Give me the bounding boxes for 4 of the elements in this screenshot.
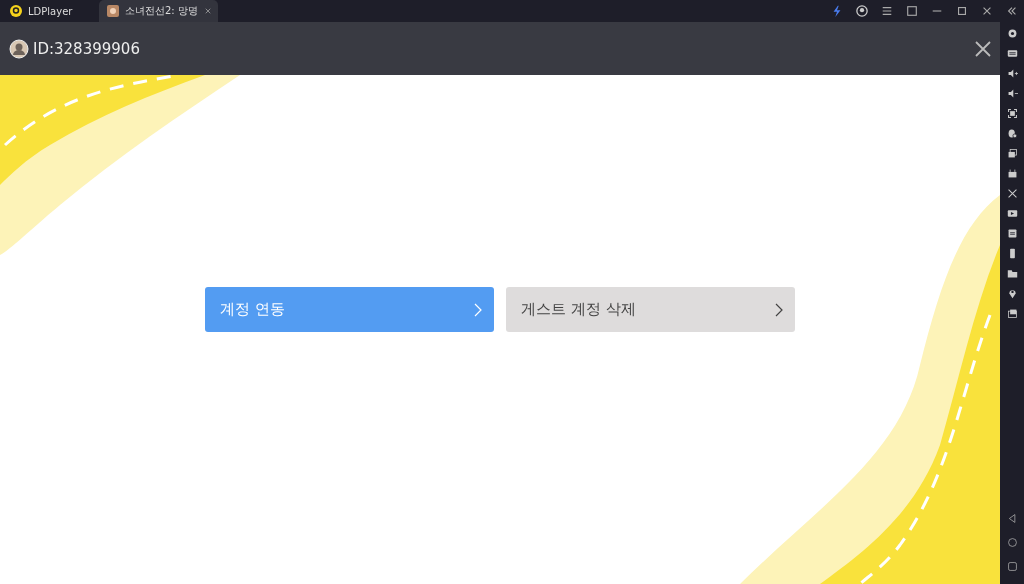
tab[interactable]: 소녀전선2: 망명 <box>99 0 218 22</box>
account-id: ID:328399906 <box>33 39 141 58</box>
secondary-button[interactable]: 게스트 계정 삭제 <box>506 287 795 332</box>
tab[interactable]: LDPlayer <box>2 0 97 22</box>
